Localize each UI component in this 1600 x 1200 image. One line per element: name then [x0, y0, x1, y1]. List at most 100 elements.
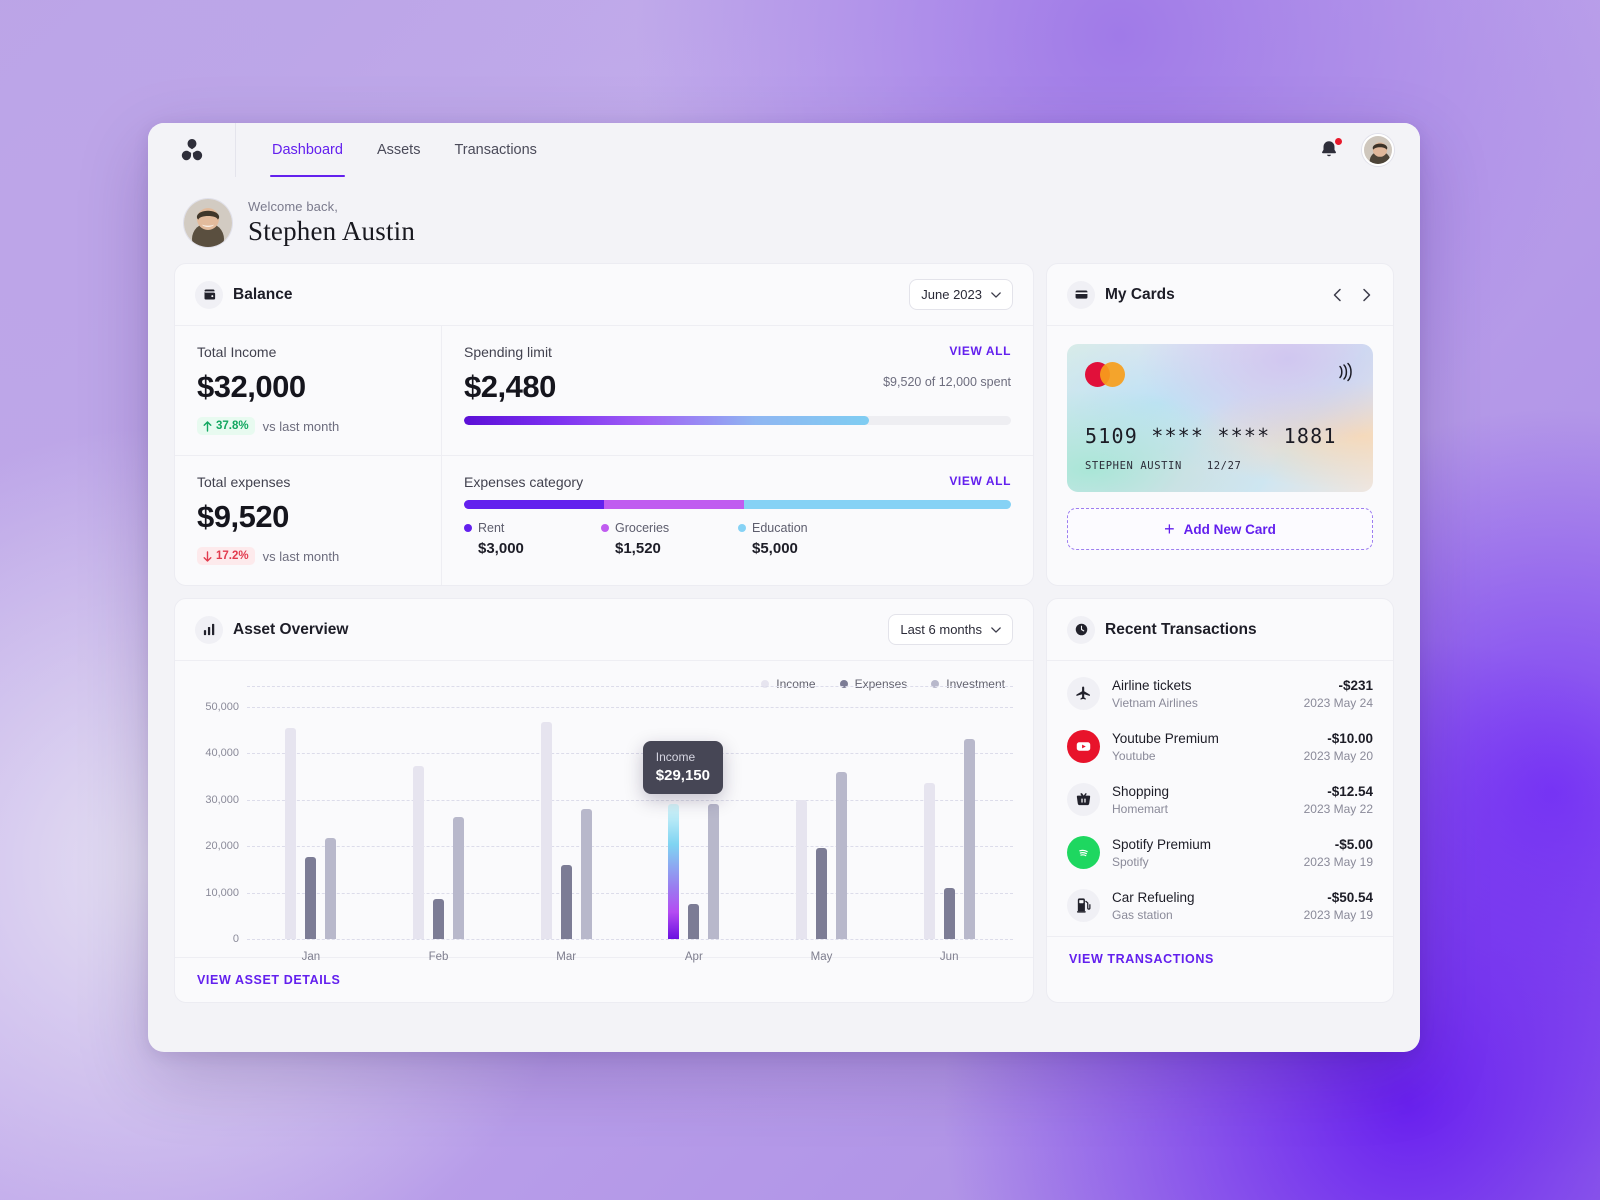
my-cards-card: My Cards 5109 **** **** 1881 STEPHEN AUS… — [1046, 263, 1394, 586]
chevron-right-icon[interactable] — [1359, 288, 1373, 302]
spending-limit-label: Spending limit — [464, 344, 552, 360]
chart-y-tick-30000: 30,000 — [205, 793, 239, 806]
chart-bar-mar-expenses[interactable] — [560, 864, 572, 939]
nav-tab-list: Dashboard Assets Transactions — [260, 123, 549, 177]
chart-y-axis: 0 10,000 20,000 30,000 40,000 50,000 — [195, 701, 247, 945]
chart-x-tick-may: May — [810, 951, 833, 963]
total-income-delta: 37.8% vs last month — [197, 417, 419, 435]
expenses-delta-chip: 17.2% — [197, 547, 255, 565]
total-expenses-amount: $9,520 — [197, 499, 289, 534]
income-delta-note: vs last month — [262, 418, 340, 434]
chart-month-group-feb — [375, 707, 503, 939]
legend-value-groceries: $1,520 — [615, 540, 661, 557]
chart-bar-feb-expenses[interactable] — [433, 898, 444, 939]
transaction-row[interactable]: Car Refueling Gas station -$50.54 2023 May … — [1067, 879, 1373, 932]
credit-card-glyph — [1075, 290, 1087, 299]
legend-item-rent: Rent $3,000 — [464, 521, 601, 557]
transaction-details: Airline tickets Vietnam Airlines — [1112, 678, 1198, 710]
transaction-amount: -$10.00 — [1327, 730, 1373, 746]
range-select[interactable]: Last 6 months — [888, 614, 1013, 645]
expenses-category-view-all[interactable]: VIEW ALL — [949, 474, 1011, 488]
chart-x-axis: Jan Feb Mar Apr May Jun — [247, 951, 1013, 963]
notification-badge — [1334, 137, 1343, 146]
chart-bar-may-income[interactable] — [796, 799, 808, 939]
dashboard-grid-row-2: Asset Overview Last 6 months Income Expen… — [148, 598, 1420, 1003]
chart-bar-may-investment[interactable] — [836, 771, 848, 939]
chart-month-group-may — [758, 707, 886, 939]
transaction-row[interactable]: Airline tickets Vietnam Airlines -$231 2023… — [1067, 667, 1373, 720]
youtube-icon — [1067, 730, 1100, 763]
chart-legend-item-income[interactable]: Income — [761, 677, 816, 691]
chart-bar-jun-expenses[interactable] — [943, 887, 955, 939]
chart-y-tick-10000: 10,000 — [205, 886, 239, 899]
transaction-row[interactable]: Youtube Premium Youtube -$10.00 2023 May 20 — [1067, 720, 1373, 773]
credit-card[interactable]: 5109 **** **** 1881 STEPHEN AUSTIN 12/27 — [1067, 344, 1373, 492]
transaction-name: Airline tickets — [1112, 677, 1192, 693]
chart-y-tick-0: 0 — [232, 933, 239, 945]
card-number: 5109 **** **** 1881 — [1085, 424, 1337, 448]
asset-overview-title: Asset Overview — [233, 620, 349, 638]
view-transactions-link[interactable]: VIEW TRANSACTIONS — [1047, 936, 1393, 981]
chart-x-tick-jun: Jun — [939, 951, 959, 963]
clock-icon — [1067, 615, 1095, 644]
tab-dashboard[interactable]: Dashboard — [260, 123, 355, 177]
notifications-button[interactable] — [1318, 137, 1343, 161]
chevron-left-icon[interactable] — [1331, 288, 1345, 302]
basket-icon — [1067, 783, 1100, 816]
legend-name-groceries: Groceries — [615, 521, 670, 535]
chart-bar-jan-investment[interactable] — [325, 837, 337, 939]
dashboard-grid-row-1: Balance June 2023 Total Income $32,000 3… — [148, 263, 1420, 586]
expenses-category-legend: Rent $3,000 Groceries $1,520 Education $… — [464, 521, 1011, 557]
chart-bar-jan-expenses[interactable] — [305, 856, 317, 939]
total-expenses-cell: Total expenses $9,520 17.2% vs last mont… — [175, 456, 442, 585]
mastercard-circle-orange — [1100, 362, 1125, 387]
chart-legend-label-investment: Investment — [946, 677, 1005, 691]
chart-legend-item-expenses[interactable]: Expenses — [839, 677, 907, 691]
chart-legend-item-investment[interactable]: Investment — [931, 677, 1005, 691]
chart-bar-jun-investment[interactable] — [963, 739, 975, 939]
avatar-topbar[interactable] — [1362, 134, 1394, 166]
transaction-row[interactable]: Spotify Premium Spotify -$5.00 2023 May 19 — [1067, 826, 1373, 879]
airplane-icon — [1067, 677, 1100, 710]
chart-bar-apr-investment[interactable] — [708, 803, 720, 939]
transaction-row[interactable]: Shopping Homemart -$12.54 2023 May 22 — [1067, 773, 1373, 826]
period-select[interactable]: June 2023 — [909, 279, 1013, 310]
chart-bar-may-expenses[interactable] — [816, 847, 828, 939]
spending-limit-view-all[interactable]: VIEW ALL — [883, 344, 1011, 358]
expenses-segment-rent — [464, 500, 605, 509]
transaction-name: Shopping — [1112, 783, 1170, 799]
chart-bar-apr-income[interactable] — [668, 803, 680, 939]
expenses-category-header: Expenses category VIEW ALL — [464, 474, 1011, 490]
balance-card-title: Balance — [233, 285, 293, 303]
chart-bar-apr-expenses[interactable] — [688, 904, 700, 939]
legend-dot-rent — [464, 524, 472, 532]
legend-item-groceries: Groceries $1,520 — [601, 521, 738, 557]
chart-month-group-jan — [247, 707, 375, 939]
legend-name-rent: Rent — [478, 521, 505, 535]
avatar-welcome — [184, 199, 232, 247]
range-select-value: Last 6 months — [900, 622, 982, 637]
chart-bar-jan-income[interactable] — [285, 727, 297, 939]
app-logo[interactable] — [148, 123, 236, 177]
tab-assets[interactable]: Assets — [365, 123, 433, 177]
view-asset-details-link[interactable]: VIEW ASSET DETAILS — [175, 957, 1033, 1002]
chart-bar-feb-investment[interactable] — [453, 816, 464, 939]
transaction-name: Spotify Premium — [1112, 836, 1212, 852]
recent-transactions-card: Recent Transactions Airline tickets Vietn… — [1046, 598, 1394, 1003]
chart-x-tick-feb: Feb — [428, 951, 449, 963]
basket-glyph — [1076, 793, 1091, 806]
expenses-category-label: Expenses category — [464, 474, 584, 490]
topbar-actions — [1318, 134, 1420, 166]
add-new-card-button[interactable]: + Add New Card — [1067, 508, 1373, 550]
transaction-date: 2023 May 22 — [1303, 801, 1373, 816]
top-navigation-bar: Dashboard Assets Transactions — [148, 123, 1420, 177]
chart-bar-mar-investment[interactable] — [580, 809, 592, 939]
chart-bar-mar-income[interactable] — [540, 721, 552, 939]
chart-bar-feb-income[interactable] — [413, 766, 424, 939]
total-expenses-label: Total expenses — [197, 474, 291, 490]
chart-bar-jun-income[interactable] — [923, 782, 935, 939]
tab-transactions[interactable]: Transactions — [442, 123, 548, 177]
transaction-amount: -$12.54 — [1327, 783, 1373, 799]
chart-plot-area: Income $29,150 — [247, 686, 1013, 940]
period-select-value: June 2023 — [921, 287, 982, 302]
